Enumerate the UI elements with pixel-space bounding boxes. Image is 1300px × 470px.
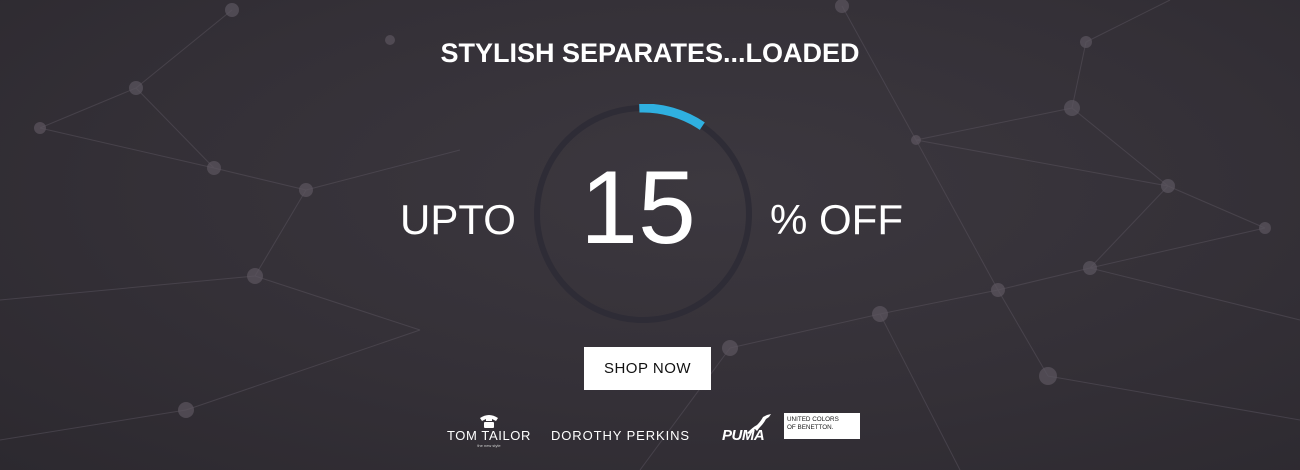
tom-tailor-name: TOM TAILOR: [446, 428, 531, 443]
brand-logo-tom-tailor[interactable]: TOM TAILOR the new style: [440, 410, 538, 450]
headline: STYLISH SEPARATES...LOADED: [440, 38, 860, 68]
benetton-line-2: OF BENETTON.: [787, 423, 834, 431]
promo-banner[interactable]: STYLISH SEPARATES...LOADED UPTO 15 % OFF…: [0, 0, 1300, 470]
brand-logo-puma[interactable]: PUMA: [721, 413, 773, 444]
shop-now-button[interactable]: SHOP NOW: [584, 347, 711, 390]
rotary-phone-icon: [480, 415, 498, 428]
discount-value: 15: [580, 150, 696, 266]
brand-logo-dorothy-perkins[interactable]: DOROTHY PERKINS: [551, 428, 690, 443]
percent-off-label: % OFF: [770, 196, 903, 243]
brand-logo-benetton[interactable]: UNITED COLORS OF BENETTON.: [784, 413, 860, 439]
upto-label: UPTO: [400, 196, 516, 243]
leaping-cat-icon: [747, 414, 771, 434]
brand-logos: TOM TAILOR the new style DOROTHY PERKINS…: [0, 410, 1300, 450]
tom-tailor-tagline: the new style: [477, 443, 501, 448]
benetton-line-1: UNITED COLORS: [787, 416, 839, 423]
